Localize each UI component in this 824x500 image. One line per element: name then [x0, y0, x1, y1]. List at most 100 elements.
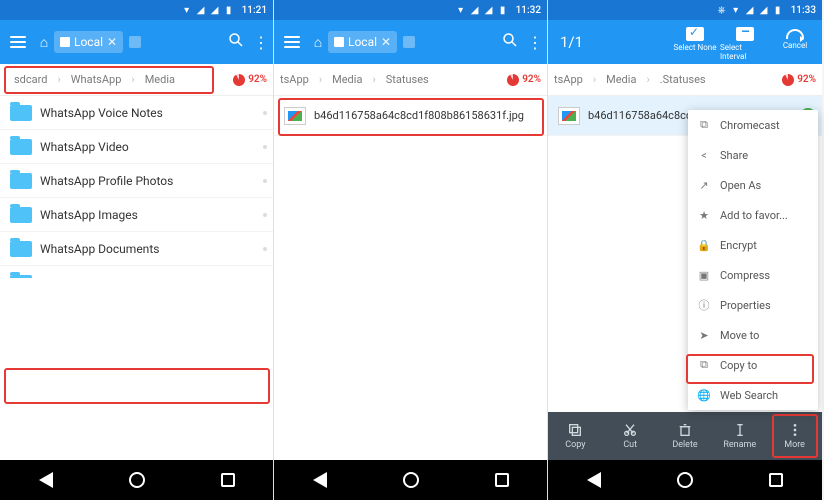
- signal-icon: ◢: [470, 5, 480, 16]
- menu-item-move-to[interactable]: ➤Move to: [688, 320, 818, 350]
- more-dot[interactable]: [263, 213, 267, 217]
- list-item[interactable]: WhatsApp Voice Notes: [0, 96, 273, 130]
- action-delete[interactable]: Delete: [658, 412, 713, 460]
- battery-icon: ▮: [224, 5, 234, 16]
- signal-icon: ◢: [745, 5, 755, 16]
- more-dot[interactable]: [263, 145, 267, 149]
- sdcard-icon: [334, 37, 344, 47]
- cancel-button[interactable]: Cancel: [770, 23, 820, 61]
- breadcrumb-segment[interactable]: tsApp: [552, 73, 593, 86]
- action-cut[interactable]: Cut: [603, 412, 658, 460]
- share-icon: <: [696, 147, 712, 163]
- menu-icon[interactable]: [2, 36, 34, 48]
- overflow-icon[interactable]: ⋮: [525, 33, 545, 52]
- more-dot[interactable]: [263, 247, 267, 251]
- pie-icon: [507, 74, 519, 86]
- battery-icon: ▮: [773, 5, 783, 16]
- home-icon[interactable]: [401, 470, 421, 490]
- recent-icon[interactable]: [492, 470, 512, 490]
- pane-folder-list: ▾ ◢ ◢ ▮ 11:21 ⌂ Local ✕ ⋮ sdcard› WhatsA…: [0, 0, 274, 500]
- menu-item-web-search[interactable]: 🌐Web Search: [688, 380, 818, 410]
- home-icon[interactable]: [675, 470, 695, 490]
- breadcrumb-segment[interactable]: Media: [135, 73, 185, 86]
- status-bar: ▾ ◢ ◢ ▮ 11:32: [274, 0, 547, 20]
- menu-item-chromecast[interactable]: ⧉Chromecast: [688, 110, 818, 140]
- back-icon[interactable]: [310, 470, 330, 490]
- location-tab[interactable]: Local ✕: [54, 31, 123, 53]
- list-item[interactable]: WhatsApp Documents: [0, 232, 273, 266]
- app-bar: ⌂ Local ✕ ⋮: [0, 20, 273, 64]
- home-icon[interactable]: ⌂: [34, 34, 54, 51]
- folder-icon: [10, 207, 32, 223]
- pie-icon: [233, 74, 245, 86]
- location-tab[interactable]: Local ✕: [328, 31, 397, 53]
- selection-app-bar: 1/1 Select None Select Interval Cancel: [548, 20, 822, 64]
- breadcrumb-segment[interactable]: Statuses: [376, 73, 439, 86]
- menu-item-compress[interactable]: ▣Compress: [688, 260, 818, 290]
- menu-item-open-as[interactable]: ↗Open As: [688, 170, 818, 200]
- action-copy[interactable]: Copy: [548, 412, 603, 460]
- bottom-action-bar: Copy Cut Delete Rename More: [548, 412, 822, 460]
- tab-label: Local: [74, 35, 103, 49]
- menu-icon[interactable]: [276, 36, 308, 48]
- wifi-icon: ▾: [456, 5, 466, 16]
- breadcrumb-segment[interactable]: Media: [596, 73, 646, 86]
- new-tab-icon[interactable]: [129, 36, 141, 48]
- list-item[interactable]: WhatsApp Profile Photos: [0, 164, 273, 198]
- menu-item-copy-to[interactable]: ⧉Copy to: [688, 350, 818, 380]
- search-icon[interactable]: [221, 31, 251, 53]
- more-dot[interactable]: [263, 179, 267, 183]
- close-icon[interactable]: ✕: [381, 35, 391, 49]
- list-item[interactable]: WhatsApp Video: [0, 130, 273, 164]
- more-dot[interactable]: [263, 111, 267, 115]
- menu-item-encrypt[interactable]: 🔒Encrypt: [688, 230, 818, 260]
- breadcrumb-segment[interactable]: tsApp: [278, 73, 319, 86]
- menu-item-properties[interactable]: ⓘProperties: [688, 290, 818, 320]
- file-list: b46d116758a64c8cd1f808b86158631f.jpg: [274, 96, 547, 278]
- home-icon[interactable]: ⌂: [308, 34, 328, 51]
- list-item[interactable]: b46d116758a64c8cd1f808b86158631f.jpg: [274, 96, 547, 136]
- wifi-icon: ▾: [731, 5, 741, 16]
- folder-icon: [10, 139, 32, 155]
- folder-icon: [10, 105, 32, 121]
- search-icon[interactable]: [495, 31, 525, 53]
- select-none-button[interactable]: Select None: [670, 23, 720, 61]
- wifi-icon: ▾: [182, 5, 192, 16]
- back-icon[interactable]: [36, 470, 56, 490]
- breadcrumb-segment[interactable]: sdcard: [4, 73, 57, 86]
- menu-item-favorite[interactable]: ★Add to favor...: [688, 200, 818, 230]
- image-thumbnail-icon: [284, 107, 306, 125]
- new-tab-icon[interactable]: [403, 36, 415, 48]
- recent-icon[interactable]: [766, 470, 786, 490]
- action-rename[interactable]: Rename: [712, 412, 767, 460]
- list-item[interactable]: WhatsApp Images: [0, 198, 273, 232]
- home-icon[interactable]: [127, 470, 147, 490]
- breadcrumb-segment[interactable]: .Statuses: [650, 73, 716, 86]
- close-icon[interactable]: ✕: [107, 35, 117, 49]
- breadcrumb: tsApp› Media› Statuses 92%: [274, 64, 547, 96]
- signal-icon: ◢: [196, 5, 206, 16]
- pane-file-view: ▾ ◢ ◢ ▮ 11:32 ⌂ Local ✕ ⋮ tsApp› Media› …: [274, 0, 548, 500]
- overflow-icon[interactable]: ⋮: [251, 33, 271, 52]
- breadcrumb-segment[interactable]: WhatsApp: [61, 73, 132, 86]
- pane-selection-menu: ⎈ ▾ ◢ ◢ ▮ 11:33 1/1 Select None Select I…: [548, 0, 822, 500]
- clock: 11:32: [516, 5, 541, 16]
- battery-icon: ▮: [498, 5, 508, 16]
- sdcard-icon: [60, 37, 70, 47]
- status-bar: ⎈ ▾ ◢ ◢ ▮ 11:33: [548, 0, 822, 20]
- compress-icon: ▣: [696, 267, 712, 283]
- action-more[interactable]: More: [767, 412, 822, 460]
- breadcrumb: sdcard› WhatsApp› Media 92%: [0, 64, 273, 96]
- android-navbar: [274, 460, 547, 500]
- breadcrumb-segment[interactable]: Media: [322, 73, 372, 86]
- back-icon[interactable]: [584, 470, 604, 490]
- select-interval-button[interactable]: Select Interval: [720, 23, 770, 61]
- recent-icon[interactable]: [218, 470, 238, 490]
- folder-icon: [10, 173, 32, 189]
- context-menu: ⧉Chromecast <Share ↗Open As ★Add to favo…: [688, 110, 818, 410]
- file-name: b46d116758a64c8cd1f808b86158631f.jpg: [314, 109, 541, 122]
- clock: 11:33: [791, 5, 816, 16]
- menu-item-share[interactable]: <Share: [688, 140, 818, 170]
- copy-icon: ⧉: [696, 357, 712, 373]
- list-item[interactable]: WhatsApp Audio: [0, 266, 273, 278]
